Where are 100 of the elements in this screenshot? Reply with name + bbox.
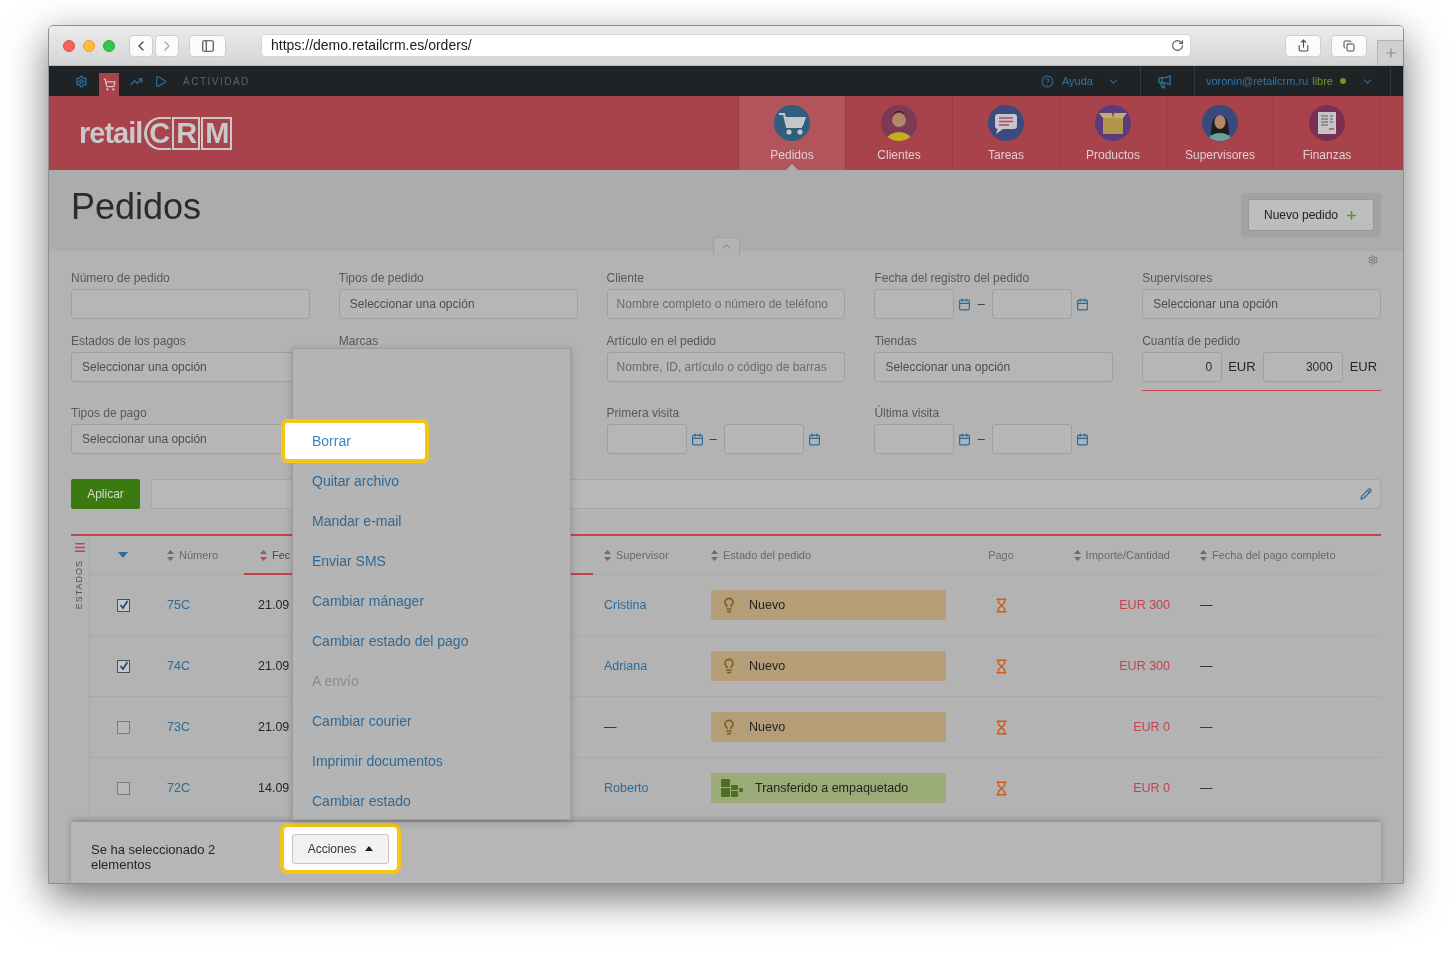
nav-tab[interactable]: Productos [1059, 96, 1166, 170]
calendar-icon[interactable] [958, 297, 972, 311]
range-separator: – [709, 430, 717, 449]
date-text: 21.09 [258, 718, 290, 736]
column-header[interactable]: Fecha del pago completo [1200, 546, 1336, 564]
sidebar-button[interactable] [189, 34, 226, 57]
plus-icon[interactable] [1383, 46, 1398, 60]
calendar-icon[interactable] [807, 432, 821, 446]
checkbox[interactable] [117, 598, 130, 612]
selection-text: Se ha seleccionado 2 elementos [91, 842, 217, 872]
filter-label: Tiendas [874, 333, 917, 349]
zoom-icon[interactable] [103, 39, 115, 52]
amount-text: EUR 300 [1119, 657, 1170, 675]
amount-text: EUR 0 [1133, 779, 1170, 797]
tabs-icon[interactable] [1343, 39, 1355, 52]
amount-field[interactable]: 3000 [1262, 352, 1343, 382]
sort-icon[interactable] [1073, 549, 1081, 561]
order-number-link[interactable]: 74C [167, 656, 190, 676]
order-number-link[interactable]: 75C [167, 595, 190, 615]
sort-icon[interactable] [1200, 549, 1207, 561]
calendar-icon[interactable] [958, 432, 972, 446]
amount-field[interactable]: 0 [1142, 352, 1223, 382]
nav-tab[interactable]: Clientes [845, 96, 952, 170]
menu-item[interactable]: Cambiar mánager [293, 581, 570, 621]
sort-icon[interactable] [711, 549, 718, 561]
text-field[interactable]: Nombre completo o número de teléfono [606, 289, 846, 319]
column-header[interactable]: Importe/Cantidad [1073, 546, 1170, 564]
person-icon [881, 105, 917, 141]
sort-icon[interactable] [260, 549, 267, 561]
menu-icon[interactable] [73, 541, 87, 554]
cart-icon [774, 105, 810, 141]
caret-down-icon[interactable] [118, 552, 128, 558]
filter-label: Primera visita [606, 405, 680, 421]
order-number-link[interactable]: 73C [167, 717, 190, 737]
menu-item[interactable]: Cambiar courier [293, 701, 570, 741]
filter-label: Estados de los pagos [71, 333, 186, 349]
select-field[interactable]: Seleccionar una opción [874, 352, 1114, 382]
new-order-button[interactable]: Nuevo pedido [1248, 199, 1374, 231]
nav-tab[interactable]: Pedidos [738, 96, 845, 170]
checkbox[interactable] [117, 659, 130, 673]
share-icon[interactable] [1296, 39, 1310, 52]
help-icon[interactable] [1040, 74, 1054, 88]
tabs-button[interactable] [1331, 34, 1367, 57]
pencil-icon[interactable] [1360, 488, 1372, 500]
sidebar-icon[interactable] [200, 38, 215, 53]
select-field[interactable]: Seleccionar una opción [1142, 289, 1381, 319]
settings-icon[interactable] [75, 74, 88, 88]
menu-item[interactable]: Cambiar estado del pago [293, 621, 570, 661]
menu-item[interactable]: Mandar e-mail [293, 501, 570, 541]
hourglass-icon [993, 718, 1009, 736]
supervisor-link[interactable]: Adriana [604, 656, 648, 676]
help-link[interactable]: Ayuda [1061, 72, 1093, 90]
payment-date-text: — [1200, 596, 1213, 614]
menu-item[interactable]: Quitar archivo [293, 461, 570, 501]
text-field[interactable]: Nombre, ID, artículo o código de barras [606, 352, 846, 382]
hourglass-icon [993, 596, 1009, 614]
calendar-icon[interactable] [690, 432, 704, 446]
supervisor-link[interactable]: Roberto [604, 778, 649, 798]
section-label[interactable]: ACTIVIDAD [183, 73, 250, 89]
play-icon[interactable] [154, 74, 167, 88]
sort-icon[interactable] [604, 549, 611, 561]
payment-date-text: — [1200, 657, 1213, 675]
cart-icon[interactable] [99, 73, 119, 96]
side-label[interactable]: ESTADOS [73, 560, 87, 610]
address-bar[interactable]: https://demo.retailcrm.es/orders/ [261, 34, 1191, 57]
order-number-link[interactable]: 72C [167, 778, 190, 798]
menu-item[interactable]: Enviar SMS [293, 541, 570, 581]
apply-button[interactable]: Aplicar [71, 479, 140, 509]
sort-icon[interactable] [167, 549, 174, 561]
column-header[interactable]: Número [167, 546, 219, 564]
new-tab-button[interactable] [1377, 40, 1403, 65]
nav-tab[interactable]: Tareas [952, 96, 1059, 170]
calendar-icon[interactable] [1075, 432, 1089, 446]
menu-item[interactable]: Cambiar estado [293, 781, 570, 821]
actions-button[interactable]: Acciones [292, 833, 389, 864]
column-header[interactable]: Fec [260, 546, 291, 564]
menu-item[interactable]: Borrar [281, 419, 429, 463]
nav-tab[interactable]: Finanzas [1273, 96, 1380, 170]
select-field[interactable]: Seleccionar una opción [338, 289, 578, 319]
collapse-button[interactable] [712, 237, 740, 255]
lightbulb-icon [721, 719, 737, 735]
close-icon[interactable] [63, 39, 75, 52]
checkbox[interactable] [117, 720, 130, 734]
reload-icon[interactable] [1171, 39, 1184, 52]
share-button[interactable] [1285, 34, 1321, 57]
document-icon [1309, 105, 1345, 141]
menu-item[interactable]: Imprimir documentos [293, 741, 570, 781]
column-header[interactable]: Estado del pedido [711, 546, 812, 564]
supervisor-link[interactable]: Cristina [604, 595, 647, 615]
filter-label: Fecha del registro del pedido [874, 270, 1030, 286]
user-email[interactable]: voronin@retailcrm.ru [1205, 72, 1309, 90]
checkbox[interactable] [117, 781, 130, 795]
nav-tab[interactable]: Supervisores [1166, 96, 1273, 170]
settings-icon[interactable] [1368, 255, 1378, 265]
minimize-icon[interactable] [83, 39, 95, 52]
date-text: 14.09 [258, 779, 290, 797]
column-header[interactable]: Supervisor [604, 546, 669, 564]
calendar-icon[interactable] [1075, 297, 1089, 311]
megaphone-icon[interactable] [1156, 73, 1172, 89]
status-text: Transferido a empaquetado [755, 779, 909, 797]
